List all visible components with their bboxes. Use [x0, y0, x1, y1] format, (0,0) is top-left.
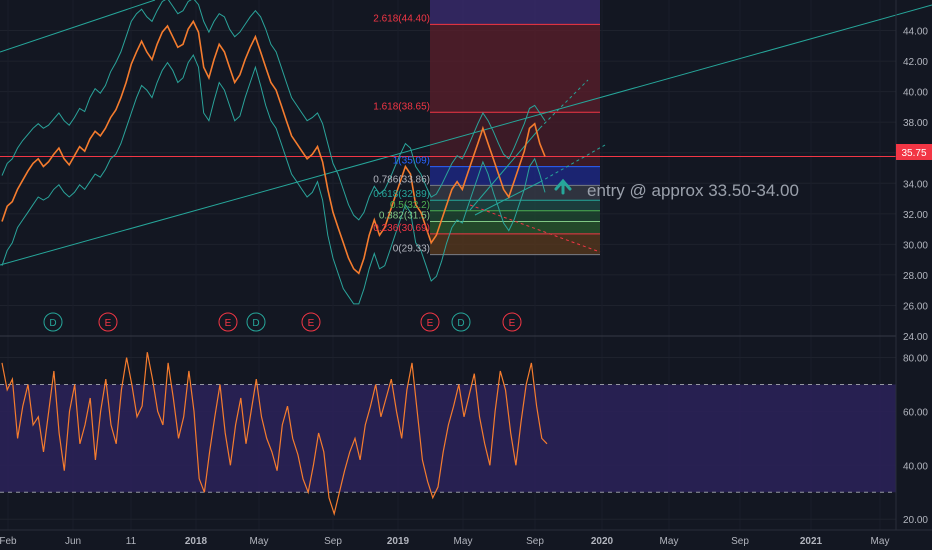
- x-tick-label: May: [871, 536, 890, 547]
- price-y-tick-label: 40.00: [903, 88, 928, 99]
- fib-zone: [430, 166, 600, 186]
- price-y-tick-label: 26.00: [903, 301, 928, 312]
- x-tick-label: 2019: [387, 536, 410, 547]
- fib-zone: [430, 221, 600, 234]
- fib-level-label: 0(29.33): [393, 244, 430, 255]
- entry-annotation[interactable]: entry @ approx 33.50-34.00: [554, 178, 799, 200]
- event-label: E: [427, 318, 434, 329]
- x-tick-label: May: [660, 536, 679, 547]
- oscillator-y-tick-label: 20.00: [903, 515, 928, 526]
- fib-zone: [430, 233, 600, 255]
- fib-level-label: 0.5(32.2): [390, 200, 430, 211]
- annotation-text: entry @ approx 33.50-34.00: [587, 181, 799, 200]
- x-tick-label: 2021: [800, 536, 823, 547]
- event-label: E: [225, 318, 232, 329]
- oscillator-y-tick-label: 80.00: [903, 354, 928, 365]
- x-tick-label: May: [250, 536, 269, 547]
- event-label: E: [105, 318, 112, 329]
- x-tick-label: Sep: [731, 536, 749, 547]
- event-label: D: [49, 318, 56, 329]
- price-y-tick-label: 34.00: [903, 179, 928, 190]
- fib-level-label: 0.618(32.89): [373, 189, 430, 200]
- event-label: D: [252, 318, 259, 329]
- fib-level-label: 0.236(30.69): [373, 223, 430, 234]
- fib-level-label: 1.618(38.65): [373, 101, 430, 112]
- price-y-tick-label: 32.00: [903, 210, 928, 221]
- oscillator-y-tick-label: 40.00: [903, 461, 928, 472]
- fib-zone: [430, 0, 600, 25]
- x-tick-label: Jun: [65, 536, 81, 547]
- x-tick-label: 11: [126, 536, 137, 547]
- price-y-tick-label: 24.00: [903, 332, 928, 343]
- x-tick-label: May: [454, 536, 473, 547]
- fib-zone: [430, 24, 600, 113]
- price-y-tick-label: 30.00: [903, 240, 928, 251]
- fib-zone: [430, 185, 600, 201]
- oscillator-y-tick-label: 60.00: [903, 407, 928, 418]
- price-y-tick-label: 38.00: [903, 118, 928, 129]
- current-price-tag: 35.75: [896, 144, 932, 160]
- x-tick-label: Sep: [526, 536, 544, 547]
- fib-zone: [430, 200, 600, 211]
- price-y-tick-label: 42.00: [903, 57, 928, 68]
- x-tick-label: Sep: [324, 536, 342, 547]
- price-tag-value: 35.75: [901, 148, 926, 159]
- x-tick-label: 2020: [591, 536, 614, 547]
- event-label: D: [457, 318, 464, 329]
- price-y-tick-label: 28.00: [903, 271, 928, 282]
- fib-level-label: 0.382(31.5): [379, 210, 430, 221]
- fib-level-label: 1(35.09): [393, 156, 430, 167]
- price-y-tick-label: 44.00: [903, 27, 928, 38]
- chart-canvas[interactable]: 2.618(44.40) 1.618(38.65) 1(35.09) 0.786(33…: [0, 0, 932, 550]
- event-label: E: [308, 318, 315, 329]
- fib-level-label: 2.618(44.40): [373, 13, 430, 24]
- x-tick-label: Feb: [0, 536, 17, 547]
- x-tick-label: 2018: [185, 536, 208, 547]
- fib-level-label: 0.786(33.86): [373, 174, 430, 185]
- event-label: E: [509, 318, 516, 329]
